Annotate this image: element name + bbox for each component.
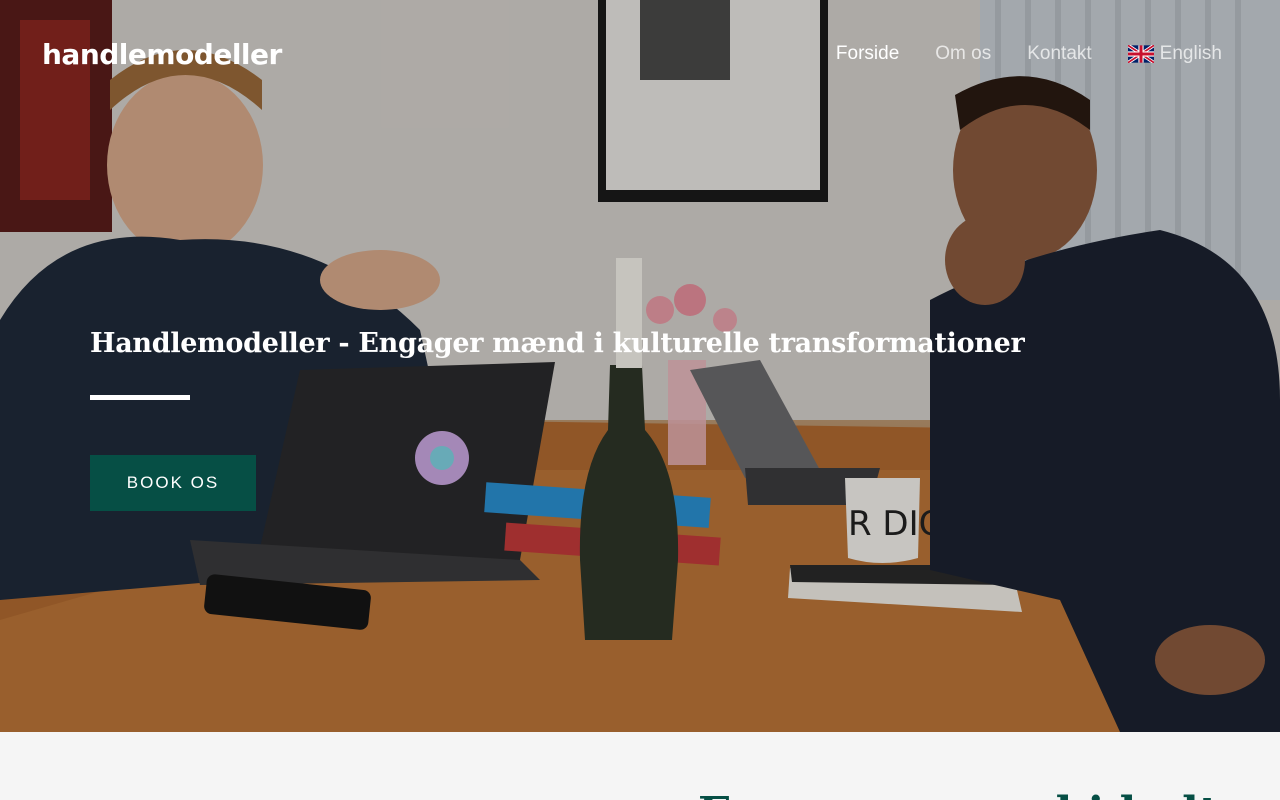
nav-item-forside[interactable]: Forside <box>836 43 899 65</box>
site-logo[interactable]: handlemodeller <box>42 38 282 71</box>
book-button[interactable]: BOOK OS <box>90 455 256 511</box>
nav-item-kontakt[interactable]: Kontakt <box>1027 43 1091 65</box>
main-nav: Forside Om os Kontakt English <box>836 43 1222 65</box>
section-heading: Engager mænd i kulturelle <box>698 788 1280 800</box>
hero-title: Handlemodeller - Engager mænd i kulturel… <box>90 328 1025 359</box>
nav-label: English <box>1159 43 1222 64</box>
nav-label: Om os <box>935 43 992 64</box>
nav-label: Kontakt <box>1027 43 1092 64</box>
intro-section: Engager mænd i kulturelle <box>0 732 1280 800</box>
hero-overlay <box>0 0 1280 732</box>
nav-label: Forside <box>835 43 900 64</box>
uk-flag-icon <box>1127 45 1154 63</box>
nav-item-om-os[interactable]: Om os <box>935 43 991 65</box>
nav-item-english[interactable]: English <box>1127 43 1222 65</box>
hero-section: R DIG handlemodeller Forside Om os Konta… <box>0 0 1280 732</box>
title-divider <box>90 395 190 400</box>
